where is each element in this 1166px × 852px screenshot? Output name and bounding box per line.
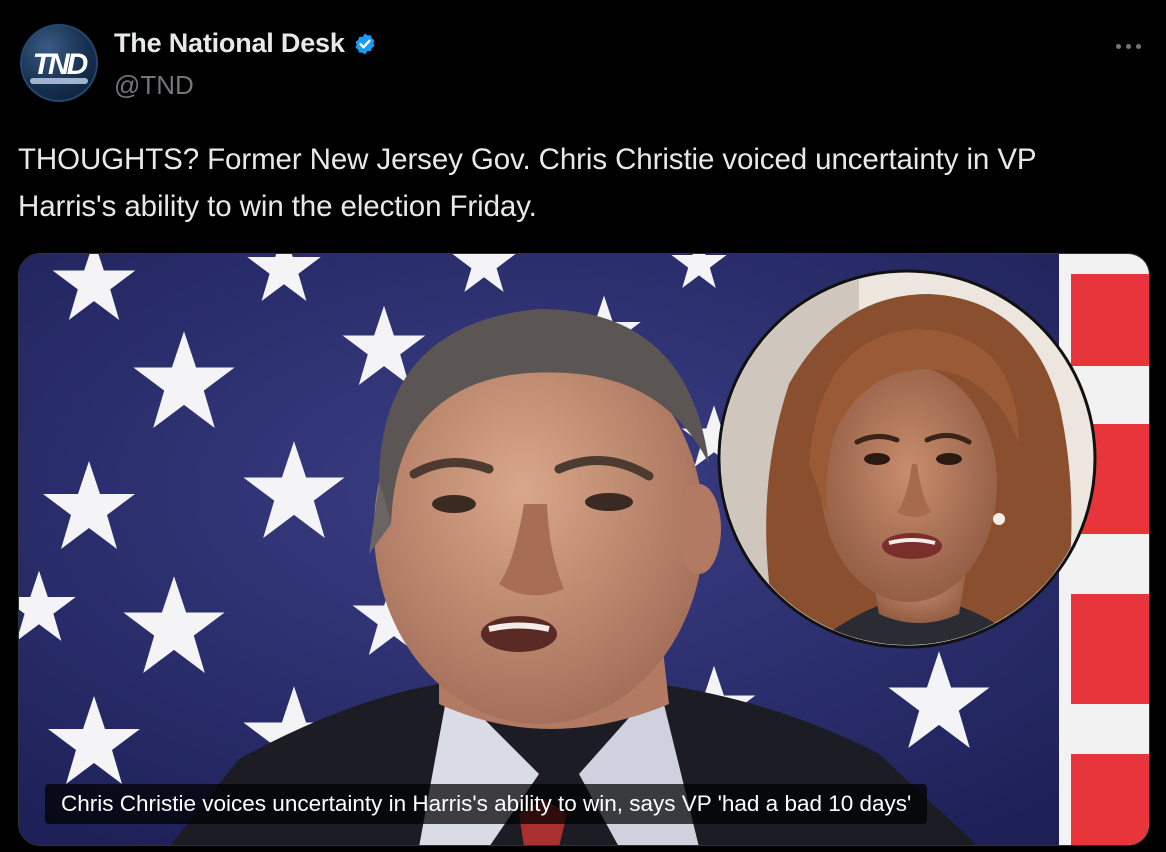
harris-inset <box>717 269 1097 649</box>
display-name[interactable]: The National Desk <box>114 28 345 59</box>
verified-badge-icon <box>355 33 375 54</box>
tweet-header: TND The National Desk @TND <box>18 22 1148 106</box>
avatar-logo-text: TND <box>32 48 89 81</box>
dot <box>1135 43 1141 49</box>
dot <box>1115 43 1121 49</box>
avatar[interactable]: TND <box>20 24 98 102</box>
more-options-icon[interactable] <box>1108 34 1148 58</box>
tweet-text: THOUGHTS? Former New Jersey Gov. Chris C… <box>18 143 1036 223</box>
handle[interactable]: @TND <box>114 70 194 101</box>
media-caption: Chris Christie voices uncertainty in Har… <box>45 784 928 824</box>
name-row: The National Desk <box>114 28 377 59</box>
media-photo <box>19 254 1149 845</box>
avatar-swoosh <box>30 78 88 84</box>
media-image[interactable]: Chris Christie voices uncertainty in Har… <box>18 253 1150 846</box>
dot <box>1125 43 1131 49</box>
